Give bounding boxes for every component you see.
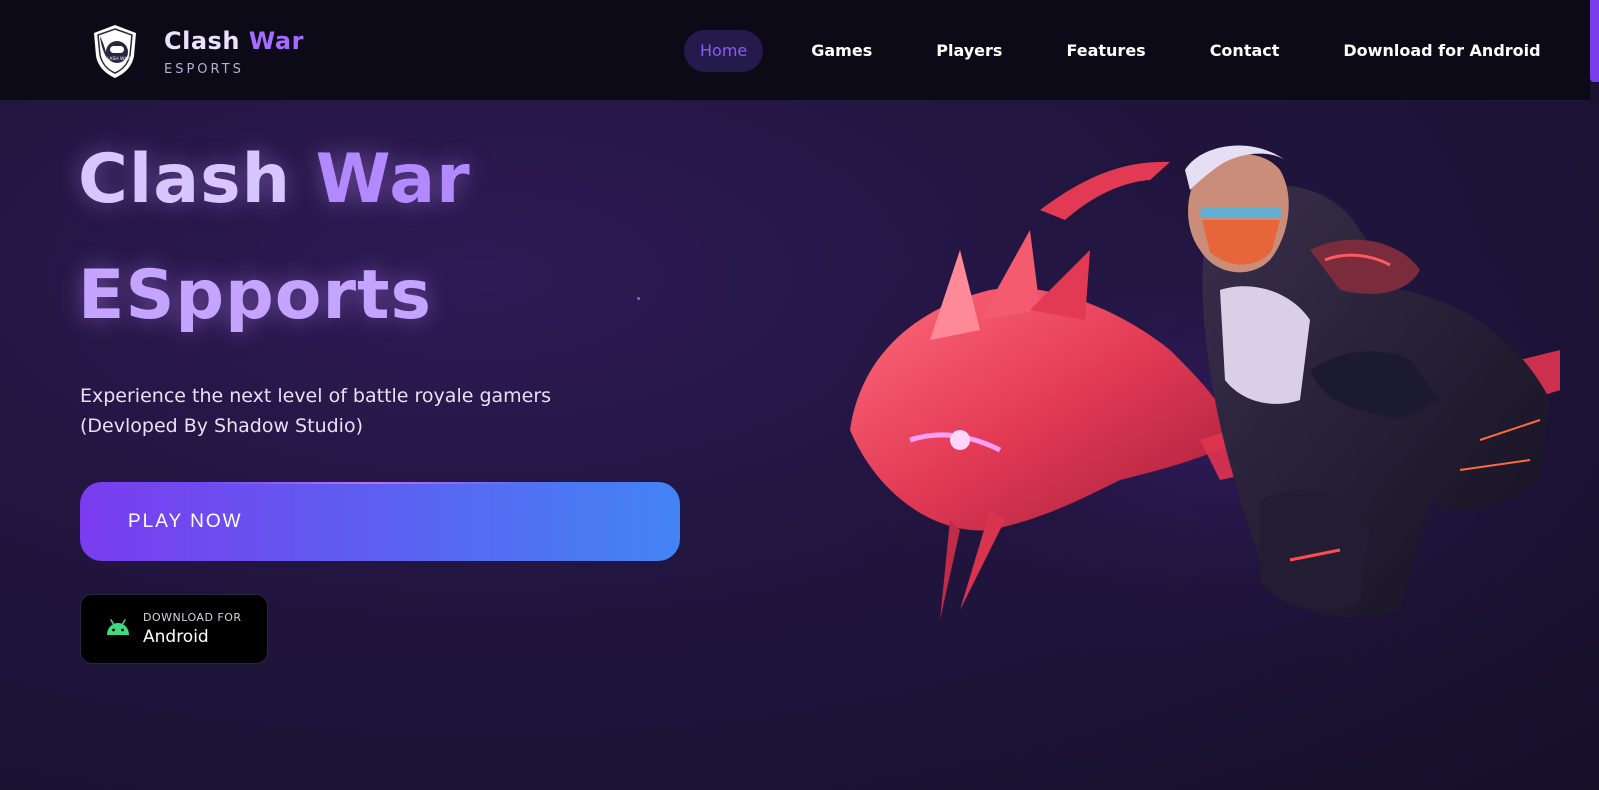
- scroll-indicator: [1590, 0, 1599, 82]
- android-button-caption: DOWNLOAD FOR: [143, 611, 242, 624]
- shield-gamepad-icon: CLASH WAR: [94, 25, 136, 78]
- hero-title-war: War: [315, 140, 471, 219]
- nav-contact[interactable]: Contact: [1194, 30, 1296, 72]
- hero-description-line1: Experience the next level of battle roya…: [80, 385, 552, 407]
- brand-subtitle: ESPORTS: [164, 61, 244, 77]
- nav-players[interactable]: Players: [920, 30, 1018, 72]
- android-icon: [107, 619, 129, 635]
- hero-description-line2: (Devloped By Shadow Studio): [80, 415, 363, 437]
- brand-title: Clash War: [164, 26, 304, 56]
- logo-text: CLASH WAR: [104, 56, 131, 62]
- brand-title-clash: Clash: [164, 26, 240, 55]
- hero-title-line2: ESpports: [78, 256, 433, 335]
- nav-download-android[interactable]: Download for Android: [1327, 30, 1556, 72]
- nav-games[interactable]: Games: [795, 30, 888, 72]
- brand-title-war: War: [248, 26, 304, 55]
- sparkle-dot: [637, 297, 640, 300]
- hero-description: Experience the next level of battle roya…: [80, 381, 551, 441]
- download-android-button[interactable]: DOWNLOAD FOR Android: [80, 594, 268, 664]
- nav-home[interactable]: Home: [684, 30, 764, 72]
- main-nav: Home Games Players Features Contact Down…: [684, 30, 1557, 72]
- android-button-label: Android: [143, 627, 209, 647]
- hero-title-clash: Clash: [78, 140, 291, 219]
- play-now-button[interactable]: PLAY NOW: [80, 482, 680, 561]
- logo-link[interactable]: CLASH WAR Clash War ESPORTS: [86, 22, 304, 80]
- site-header: CLASH WAR Clash War ESPORTS Home Games P…: [0, 0, 1590, 101]
- hero-title-line1: Clash War: [78, 140, 471, 219]
- page: CLASH WAR Clash War ESPORTS Home Games P…: [0, 0, 1599, 790]
- hero-character-art: [840, 140, 1599, 660]
- nav-features[interactable]: Features: [1050, 30, 1161, 72]
